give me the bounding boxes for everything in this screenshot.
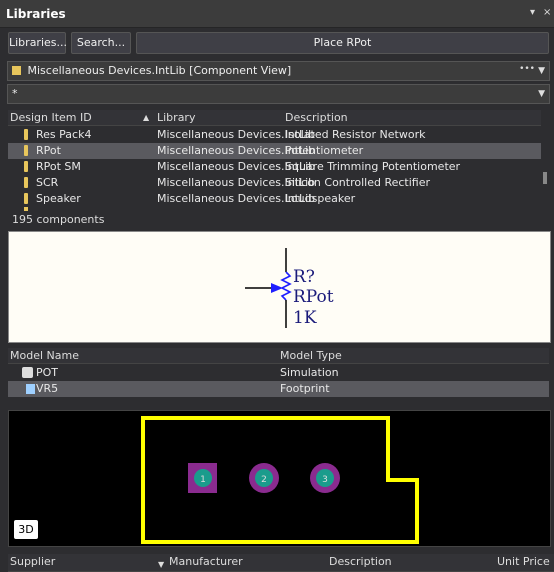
component-row[interactable]: SCR Miscellaneous Devices.IntLib Silicon… [8,175,541,191]
libraries-button[interactable]: Libraries... [8,32,67,54]
col-header-description[interactable]: Description [329,555,392,568]
col-header-supplier[interactable]: Supplier [10,555,55,568]
rpot-symbol: R? RPot 1K [245,248,334,328]
component-icon [24,193,28,204]
symbol-comment: RPot [293,287,334,307]
col-header-model-type[interactable]: Model Type [280,349,342,362]
footprint-icon [26,384,35,394]
symbol-designator: R? [293,267,315,287]
col-header-unit-price[interactable]: Unit Price [497,555,550,568]
component-icon [24,177,28,188]
symbol-value: 1K [293,308,317,328]
col-header-description[interactable]: Description [285,111,348,124]
component-count: 195 components [12,213,105,226]
sort-up-icon[interactable]: ▲ [143,113,149,122]
chevron-down-icon[interactable]: ▼ [538,62,545,80]
components-header: Design Item ID ▲ Library Description [8,110,541,126]
svg-text:2: 2 [261,475,267,485]
search-button[interactable]: Search... [71,32,131,54]
component-row[interactable]: RPot SM Miscellaneous Devices.IntLib Squ… [8,159,541,175]
panel-title: Libraries [6,7,66,21]
col-header-library[interactable]: Library [157,111,195,124]
clipped-row [8,207,541,211]
footprint-preview: 1 2 3 3D [8,410,551,547]
suppliers-header: Supplier ▼ Manufacturer Description Unit… [8,554,554,572]
panel-menu-icon[interactable]: ▾ [530,7,535,18]
filter-input[interactable]: * ▼ [7,84,550,104]
pad-1: 1 [188,463,217,493]
component-row[interactable]: Speaker Miscellaneous Devices.IntLib Lou… [8,191,541,207]
component-row-selected[interactable]: RPot Miscellaneous Devices.IntLib Potent… [8,143,541,159]
footprint-view: 1 2 3 [141,416,419,544]
component-icon [24,129,28,140]
chevron-down-icon[interactable]: ▼ [538,85,545,103]
components-scrollbar-thumb[interactable] [543,172,547,184]
simulation-icon [22,367,33,378]
component-row[interactable]: Res Pack4 Miscellaneous Devices.IntLib I… [8,127,541,143]
svg-text:1: 1 [200,475,206,485]
sort-down-icon[interactable]: ▼ [158,560,164,569]
close-icon[interactable]: × [543,7,551,18]
col-header-manufacturer[interactable]: Manufacturer [169,555,243,568]
library-select-value: Miscellaneous Devices.IntLib [Component … [27,64,292,77]
models-header: Model Name Model Type [8,348,549,364]
model-row-selected[interactable]: VR5 Footprint [8,381,549,397]
component-icon [24,145,28,156]
pad-2: 2 [249,463,279,493]
3d-toggle-button[interactable]: 3D [14,520,38,539]
more-icon[interactable]: ••• [519,60,535,78]
model-row[interactable]: POT Simulation [8,365,549,381]
library-select[interactable]: Miscellaneous Devices.IntLib [Component … [7,61,550,81]
components-scrollbar-track[interactable] [543,127,547,209]
library-icon [12,66,21,75]
symbol-preview: R? RPot 1K [8,231,551,343]
col-header-model-name[interactable]: Model Name [10,349,79,362]
col-header-design-item-id[interactable]: Design Item ID [10,111,92,124]
component-icon [24,161,28,172]
filter-value: * [12,87,18,100]
place-button[interactable]: Place RPot [136,32,549,54]
panel-titlebar: Libraries ▾ × [0,0,554,28]
pad-3: 3 [310,463,340,493]
svg-text:3: 3 [322,475,328,485]
